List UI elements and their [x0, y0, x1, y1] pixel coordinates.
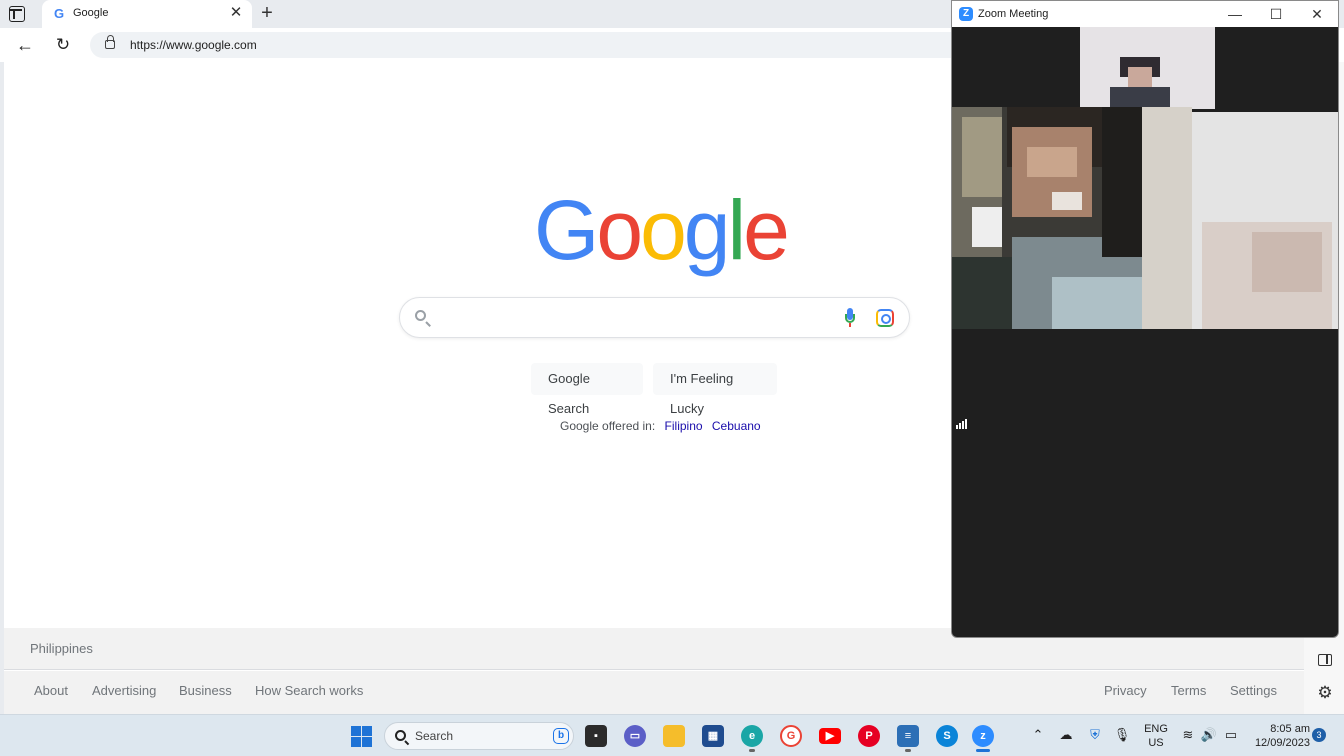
participant-video-side[interactable]: [1192, 112, 1338, 329]
file-explorer-dark-icon[interactable]: ▪: [585, 725, 607, 747]
zoom-title-bar[interactable]: Z Zoom Meeting — ☐ ✕: [952, 1, 1338, 27]
zoom-taskbar-icon[interactable]: z: [972, 725, 994, 747]
region-code: US: [1148, 737, 1164, 749]
teams-chat-icon[interactable]: ▭: [624, 725, 646, 747]
zoom-window-title: Zoom Meeting: [978, 8, 1049, 20]
pinterest-icon[interactable]: P: [858, 725, 880, 747]
grammarly-icon[interactable]: G: [780, 725, 802, 747]
language-link-filipino[interactable]: Filipino: [665, 419, 703, 433]
footer-link-privacy[interactable]: Privacy: [1104, 683, 1147, 698]
active-app-indicator: [905, 749, 911, 752]
split-screen-icon[interactable]: [1318, 654, 1332, 666]
search-icon: [415, 310, 426, 321]
edge-icon[interactable]: e: [741, 725, 763, 747]
url-text[interactable]: https://www.google.com: [130, 38, 257, 52]
lock-icon[interactable]: [105, 35, 115, 49]
onedrive-icon[interactable]: ☁: [1057, 726, 1075, 744]
microphone-icon[interactable]: [845, 308, 855, 328]
footer-link-settings[interactable]: Settings: [1230, 683, 1277, 698]
google-lens-icon[interactable]: [876, 309, 894, 327]
chevron-up-icon[interactable]: ⌃: [1029, 726, 1047, 744]
language-code: ENG: [1144, 723, 1168, 735]
notification-badge[interactable]: 3: [1312, 728, 1326, 742]
browser-left-edge: [0, 62, 4, 714]
tab-close-icon[interactable]: ✕: [228, 5, 244, 21]
search-input[interactable]: [399, 297, 910, 338]
footer-country: Philippines: [30, 641, 93, 656]
footer-link-business[interactable]: Business: [179, 683, 232, 698]
address-bar[interactable]: https://www.google.com: [90, 32, 990, 58]
tab-title: Google: [73, 7, 109, 19]
zoom-logo-icon: Z: [959, 7, 973, 21]
notepad-icon[interactable]: ≡: [897, 725, 919, 747]
back-arrow-icon[interactable]: ←: [14, 34, 36, 56]
google-favicon-icon: G: [53, 6, 65, 21]
close-icon[interactable]: ✕: [1306, 5, 1328, 23]
microsoft-store-icon[interactable]: ▦: [702, 725, 724, 747]
google-logo: Google: [534, 180, 790, 280]
logo-letter: o: [640, 183, 687, 277]
google-search-button[interactable]: Google Search: [531, 363, 643, 416]
zoom-meeting-window[interactable]: Z Zoom Meeting — ☐ ✕: [951, 0, 1339, 638]
logo-letter: g: [683, 183, 731, 277]
gear-icon[interactable]: ⚙: [1316, 684, 1334, 702]
language-link-cebuano[interactable]: Cebuano: [712, 419, 761, 433]
file-explorer-icon[interactable]: [663, 725, 685, 747]
maximize-icon[interactable]: ☐: [1265, 5, 1287, 23]
footer-links-bar: About Advertising Business How Search wo…: [4, 671, 1304, 714]
clock[interactable]: 8:05 am 12/09/2023: [1248, 722, 1310, 750]
youtube-icon[interactable]: ▶: [819, 728, 841, 744]
search-icon: [395, 730, 406, 741]
logo-letter: l: [727, 183, 747, 277]
offered-in-line: Google offered in: Filipino Cebuano: [560, 419, 761, 433]
participant-video-main[interactable]: [952, 107, 1192, 429]
participant-video-thumbnail[interactable]: [1080, 27, 1215, 109]
windows-taskbar: Search b ▪ ▭ ▦ e G ▶ P ≡ S z ⌃ ☁ ⛨ 🎙 ENG…: [0, 714, 1344, 756]
footer-link-terms[interactable]: Terms: [1171, 683, 1206, 698]
offered-in-label: Google offered in:: [560, 419, 656, 433]
taskbar-search[interactable]: Search b: [384, 722, 574, 750]
windows-start-icon[interactable]: [351, 726, 372, 747]
microphone-tray-icon[interactable]: 🎙: [1113, 726, 1131, 744]
active-app-indicator: [976, 749, 990, 752]
language-indicator[interactable]: ENG US: [1144, 722, 1168, 750]
defender-shield-icon[interactable]: ⛨: [1086, 726, 1104, 744]
new-tab-icon[interactable]: +: [258, 3, 276, 23]
logo-letter: e: [743, 183, 790, 277]
footer-link-advertising[interactable]: Advertising: [92, 683, 156, 698]
clock-date: 12/09/2023: [1254, 737, 1310, 749]
footer-link-about[interactable]: About: [34, 683, 68, 698]
feeling-lucky-button[interactable]: I'm Feeling Lucky: [653, 363, 777, 416]
reload-icon[interactable]: ↻: [52, 34, 74, 56]
logo-letter: o: [596, 183, 643, 277]
signal-strength-icon: [956, 419, 970, 429]
volume-icon[interactable]: 🔊: [1200, 726, 1218, 744]
skype-icon[interactable]: S: [936, 725, 958, 747]
minimize-icon[interactable]: —: [1224, 5, 1246, 23]
wifi-icon[interactable]: ≋: [1179, 726, 1197, 744]
active-app-indicator: [749, 749, 755, 752]
logo-letter: G: [534, 183, 599, 277]
clock-time: 8:05 am: [1270, 723, 1310, 735]
taskbar-search-label: Search: [415, 729, 454, 743]
battery-icon[interactable]: ▭: [1222, 726, 1240, 744]
bing-icon[interactable]: b: [553, 728, 569, 744]
tab-actions-icon[interactable]: [9, 6, 25, 22]
tab-google[interactable]: G Google ✕: [42, 0, 252, 28]
footer-link-how-search-works[interactable]: How Search works: [255, 683, 363, 698]
